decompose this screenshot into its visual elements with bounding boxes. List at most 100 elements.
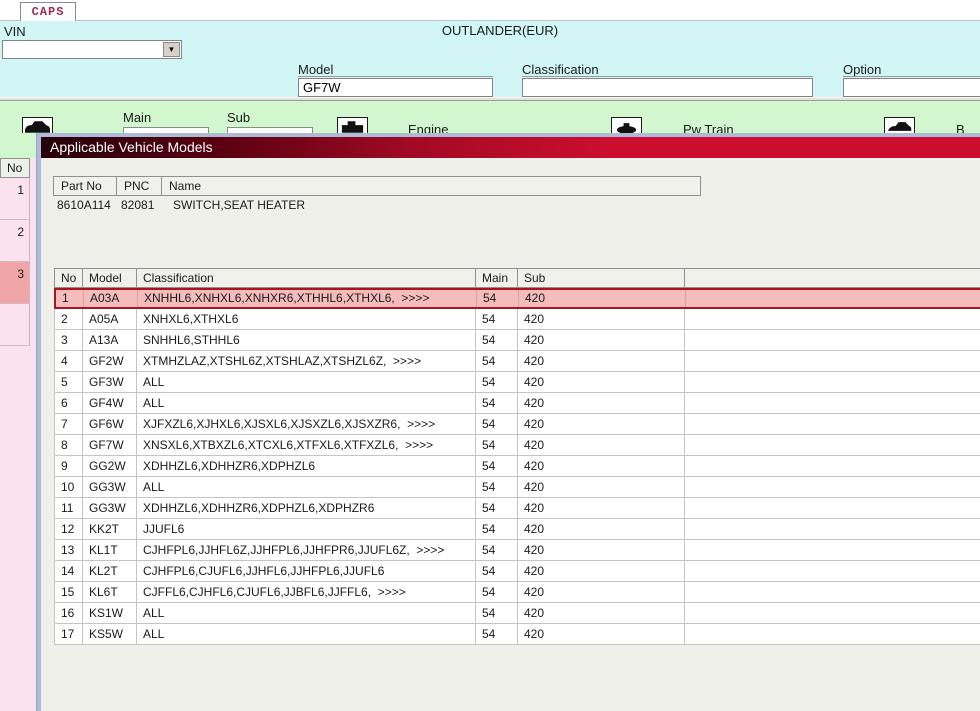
table-row[interactable]: 3 A13A SNHHL6,STHHL6 54 420 xyxy=(54,330,980,351)
chevron-down-icon[interactable]: ▼ xyxy=(163,42,180,57)
table-row[interactable]: 6 GF4W ALL 54 420 xyxy=(54,393,980,414)
cell-sub: 420 xyxy=(518,603,685,624)
cell-classification: XNSXL6,XTBXZL6,XTCXL6,XTFXL6,XTFXZL6, >>… xyxy=(137,435,476,456)
cell-main: 54 xyxy=(476,540,518,561)
table-row[interactable]: 10 GG3W ALL 54 420 xyxy=(54,477,980,498)
table-row[interactable]: 14 KL2T CJHFPL6,CJUFL6,JJHFL6,JJHFPL6,JJ… xyxy=(54,561,980,582)
table-row[interactable]: 13 KL1T CJHFPL6,JJHFL6Z,JJHFPL6,JJHFPR6,… xyxy=(54,540,980,561)
cell-main: 54 xyxy=(476,603,518,624)
table-row[interactable]: 16 KS1W ALL 54 420 xyxy=(54,603,980,624)
cell-main: 54 xyxy=(476,477,518,498)
cell-no: 16 xyxy=(55,603,83,624)
cell-classification: ALL xyxy=(137,603,476,624)
cell-sub: 420 xyxy=(518,624,685,645)
cell-model: GG3W xyxy=(83,477,137,498)
cell-extra xyxy=(685,309,980,330)
cell-extra xyxy=(685,435,980,456)
cell-extra xyxy=(685,393,980,414)
left-panel-rows: 1 2 3 xyxy=(0,178,30,346)
col-main: Main xyxy=(476,269,518,288)
cell-extra xyxy=(685,372,980,393)
cell-no: 10 xyxy=(55,477,83,498)
body-button[interactable] xyxy=(884,117,915,133)
pnc-value: 82081 xyxy=(121,198,155,212)
vehicle-button[interactable] xyxy=(22,117,53,133)
classification-field[interactable] xyxy=(522,78,813,97)
cell-model: KL1T xyxy=(83,540,137,561)
cell-no: 3 xyxy=(55,330,83,351)
list-item[interactable]: 3 xyxy=(0,262,29,304)
classification-label: Classification xyxy=(522,62,599,77)
cell-model: KL2T xyxy=(83,561,137,582)
cell-sub: 420 xyxy=(518,414,685,435)
cell-no: 11 xyxy=(55,498,83,519)
cell-main: 54 xyxy=(476,309,518,330)
cell-model: A03A xyxy=(84,290,138,307)
table-row[interactable]: 12 KK2T JJUFL6 54 420 xyxy=(54,519,980,540)
cell-no: 5 xyxy=(55,372,83,393)
cell-extra xyxy=(685,498,980,519)
engine-label: Engine xyxy=(408,122,449,133)
cell-extra xyxy=(685,414,980,435)
cell-sub: 420 xyxy=(518,498,685,519)
cell-main: 54 xyxy=(476,435,518,456)
dialog-titlebar[interactable]: Applicable Vehicle Models xyxy=(41,137,980,158)
cell-extra xyxy=(685,603,980,624)
cell-model: KS5W xyxy=(83,624,137,645)
cell-classification: XTMHZLAZ,XTSHL6Z,XTSHLAZ,XTSHZL6Z, >>>> xyxy=(137,351,476,372)
model-rule xyxy=(298,76,493,77)
model-field[interactable] xyxy=(298,78,493,97)
option-field[interactable] xyxy=(843,78,980,97)
list-item[interactable]: 2 xyxy=(0,220,29,262)
tab-caps[interactable]: CAPS xyxy=(20,2,76,21)
car-body-icon xyxy=(885,120,914,133)
table-row[interactable]: 5 GF3W ALL 54 420 xyxy=(54,372,980,393)
pwtrain-button[interactable] xyxy=(611,117,642,133)
cell-sub: 420 xyxy=(518,309,685,330)
col-no: No xyxy=(55,269,83,288)
cell-main: 54 xyxy=(476,330,518,351)
cell-extra xyxy=(685,561,980,582)
cell-no: 6 xyxy=(55,393,83,414)
cell-classification: CJHFPL6,JJHFL6Z,JJHFPL6,JJHFPR6,JJUFL6Z,… xyxy=(137,540,476,561)
engine-button[interactable] xyxy=(337,117,368,133)
table-row[interactable]: 1 A03A XNHHL6,XNHXL6,XNHXR6,XTHHL6,XTHXL… xyxy=(54,288,980,309)
table-row[interactable]: 8 GF7W XNSXL6,XTBXZL6,XTCXL6,XTFXL6,XTFX… xyxy=(54,435,980,456)
cell-model: KK2T xyxy=(83,519,137,540)
cell-extra xyxy=(685,624,980,645)
cell-classification: JJUFL6 xyxy=(137,519,476,540)
cell-model: GG2W xyxy=(83,456,137,477)
table-row[interactable]: 15 KL6T CJFFL6,CJHFL6,CJUFL6,JJBFL6,JJFF… xyxy=(54,582,980,603)
option-label: Option xyxy=(843,62,882,77)
cell-classification: XNHHL6,XNHXL6,XNHXR6,XTHHL6,XTHXL6, >>>> xyxy=(138,290,477,307)
cell-classification: ALL xyxy=(137,372,476,393)
cell-classification: CJHFPL6,CJUFL6,JJHFL6,JJHFPL6,JJUFL6 xyxy=(137,561,476,582)
cell-model: GF4W xyxy=(83,393,137,414)
list-item[interactable]: 1 xyxy=(0,178,29,220)
table-row[interactable]: 9 GG2W XDHHZL6,XDHHZR6,XDPHZL6 54 420 xyxy=(54,456,980,477)
pnc-header: PNC xyxy=(117,177,162,195)
main-label: Main xyxy=(123,110,152,125)
cell-sub: 420 xyxy=(518,330,685,351)
cell-main: 54 xyxy=(476,624,518,645)
cell-extra xyxy=(685,519,980,540)
list-item[interactable] xyxy=(0,304,29,346)
cell-main: 54 xyxy=(476,414,518,435)
table-row[interactable]: 17 KS5W ALL 54 420 xyxy=(54,624,980,645)
cell-classification: CJFFL6,CJHFL6,CJUFL6,JJBFL6,JJFFL6, >>>> xyxy=(137,582,476,603)
part-table-header: Part No PNC Name xyxy=(53,176,701,196)
table-row[interactable]: 4 GF2W XTMHZLAZ,XTSHL6Z,XTSHLAZ,XTSHZL6Z… xyxy=(54,351,980,372)
parts-list-panel: No 1 2 3 xyxy=(0,133,36,711)
name-header: Name xyxy=(169,179,202,193)
table-row[interactable]: 2 A05A XNHXL6,XTHXL6 54 420 xyxy=(54,309,980,330)
header-area: VIN OUTLANDER(EUR) ▼ Model Classificatio… xyxy=(0,21,980,97)
cell-main: 54 xyxy=(476,498,518,519)
table-row[interactable]: 11 GG3W XDHHZL6,XDHHZR6,XDPHZL6,XDPHZR6 … xyxy=(54,498,980,519)
vin-label: VIN xyxy=(4,24,26,39)
cell-sub: 420 xyxy=(518,435,685,456)
cell-model: GF6W xyxy=(83,414,137,435)
cell-extra xyxy=(685,330,980,351)
table-row[interactable]: 7 GF6W XJFXZL6,XJHXL6,XJSXL6,XJSXZL6,XJS… xyxy=(54,414,980,435)
applicable-vehicle-models-dialog: Applicable Vehicle Models Part No PNC Na… xyxy=(36,133,980,711)
vin-combobox[interactable]: ▼ xyxy=(2,40,182,59)
